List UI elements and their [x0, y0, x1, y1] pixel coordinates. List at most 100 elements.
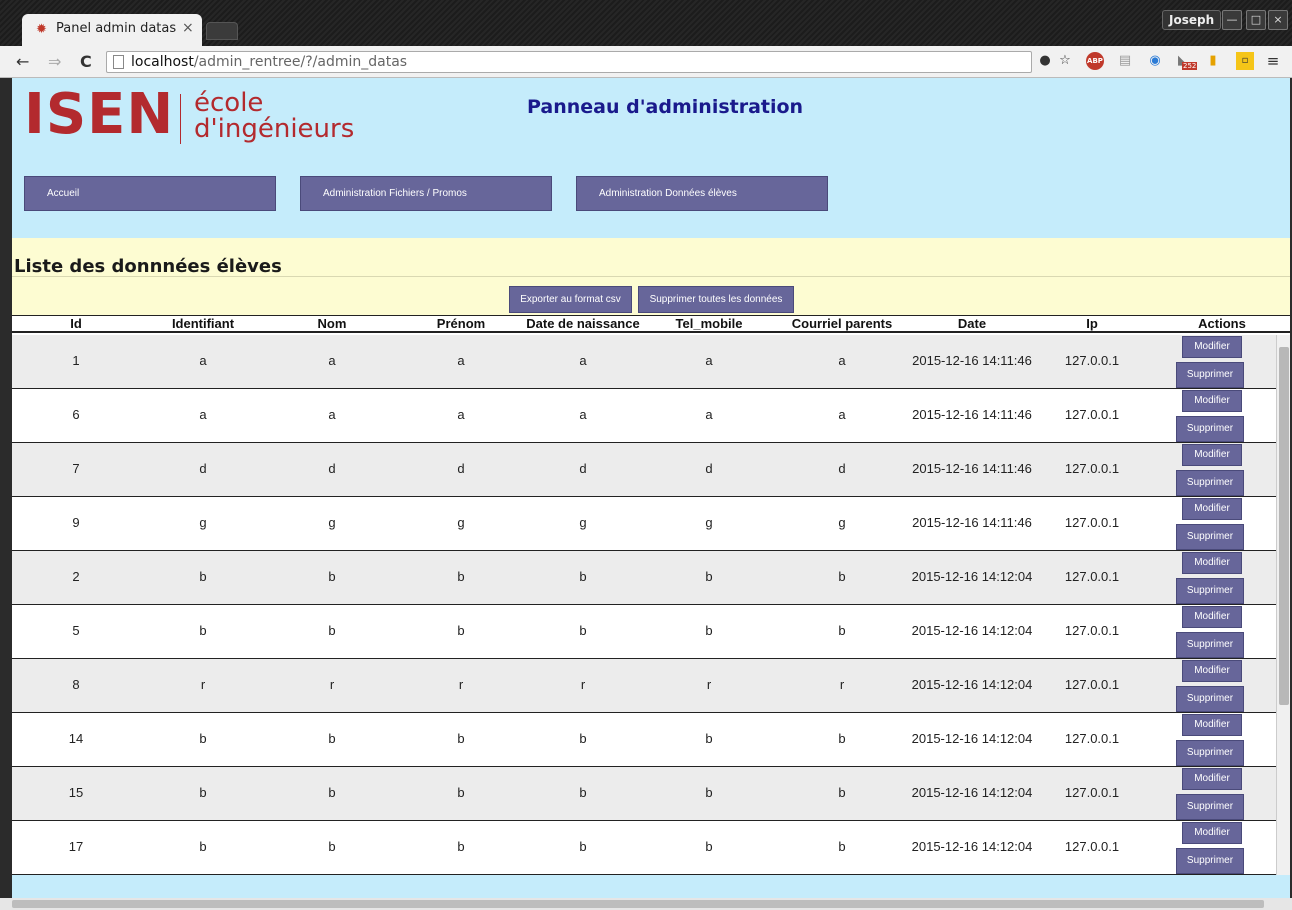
adblock-icon[interactable]: ABP — [1086, 52, 1104, 70]
extension-icon[interactable]: ▮ — [1204, 52, 1222, 70]
address-bar[interactable]: localhost/admin_rentree/?/admin_datas — [106, 51, 1032, 73]
delete-button[interactable]: Supprimer — [1176, 578, 1244, 604]
vertical-scrollbar[interactable] — [1276, 335, 1290, 875]
cell-prenom: g — [457, 515, 465, 530]
table-row: 17 b b b b b b 2015-12-16 14:12:04 127.0.0.1 Modi… — [12, 821, 1276, 875]
modify-button[interactable]: Modifier — [1182, 552, 1242, 574]
modify-button[interactable]: Modifier — [1182, 822, 1242, 844]
favicon-icon: ✹ — [36, 22, 47, 37]
col-prenom: Prénom — [436, 316, 486, 331]
menu-icon[interactable]: ≡ — [1264, 52, 1282, 70]
cell-nom: b — [328, 569, 336, 584]
cell-courriel-parents: r — [839, 677, 845, 692]
cell-courriel-parents: b — [838, 785, 846, 800]
logo-line-2: d'ingénieurs — [194, 114, 355, 144]
modify-button[interactable]: Modifier — [1182, 336, 1242, 358]
cell-identifiant: d — [199, 461, 207, 476]
page-title: Panneau d'administration — [527, 96, 804, 118]
delete-button[interactable]: Supprimer — [1176, 848, 1244, 874]
table-row: 2 b b b b b b 2015-12-16 14:12:04 127.0.0.1 Modif… — [12, 551, 1276, 605]
lightbulb-icon[interactable]: ● — [1036, 52, 1054, 70]
tab-close-icon[interactable]: × — [182, 20, 194, 36]
delete-button[interactable]: Supprimer — [1176, 740, 1244, 766]
delete-button[interactable]: Supprimer — [1176, 362, 1244, 388]
modify-button[interactable]: Modifier — [1182, 768, 1242, 790]
cell-date: 2015-12-16 14:11:46 — [912, 515, 1032, 530]
table-row: 8 r r r r r r 2015-12-16 14:12:04 127.0.0.1 Modif… — [12, 659, 1276, 713]
cell-id: 5 — [72, 623, 80, 638]
delete-all-button[interactable]: Supprimer toutes les données — [638, 286, 794, 313]
vertical-scroll-thumb[interactable] — [1279, 347, 1289, 705]
cell-courriel-parents: b — [838, 569, 846, 584]
cell-date-naissance: g — [579, 515, 587, 530]
emoji-icon[interactable]: ▫ — [1236, 52, 1254, 70]
delete-button[interactable]: Supprimer — [1176, 416, 1244, 442]
minimize-button[interactable]: — — [1222, 10, 1242, 30]
cell-identifiant: b — [199, 569, 207, 584]
reader-icon[interactable]: ▤ — [1116, 52, 1134, 70]
reload-icon[interactable]: C — [80, 52, 92, 71]
cell-tel-mobile: b — [705, 731, 713, 746]
export-csv-button[interactable]: Exporter au format csv — [509, 286, 632, 313]
modify-button[interactable]: Modifier — [1182, 390, 1242, 412]
nav-home[interactable]: Accueil — [24, 176, 276, 211]
close-window-button[interactable]: × — [1268, 10, 1288, 30]
cell-date-naissance: b — [579, 569, 587, 584]
modify-button[interactable]: Modifier — [1182, 714, 1242, 736]
tab-title: Panel admin datas — [56, 21, 177, 36]
logo-isen: ISEN — [24, 82, 175, 147]
nav-files-promos[interactable]: Administration Fichiers / Promos — [300, 176, 552, 211]
cell-tel-mobile: b — [705, 569, 713, 584]
cell-date-naissance: a — [579, 353, 587, 368]
cell-tel-mobile: b — [705, 785, 713, 800]
cell-courriel-parents: b — [838, 623, 846, 638]
horizontal-scrollbar[interactable] — [0, 898, 1292, 910]
cell-tel-mobile: g — [705, 515, 713, 530]
forward-icon[interactable]: ⇒ — [48, 52, 61, 71]
cell-identifiant: a — [199, 407, 207, 422]
url-host: localhost — [131, 54, 194, 70]
cell-identifiant: b — [199, 623, 207, 638]
cell-date-naissance: a — [579, 407, 587, 422]
browser-chrome: ✹ Panel admin datas × Joseph — □ × ← ⇒ C… — [0, 0, 1292, 78]
logo-separator — [180, 94, 181, 144]
horizontal-scroll-thumb[interactable] — [12, 900, 1264, 908]
modify-button[interactable]: Modifier — [1182, 498, 1242, 520]
cell-date: 2015-12-16 14:12:04 — [911, 785, 1033, 800]
new-tab-button[interactable] — [206, 22, 238, 40]
table-header: Id Identifiant Nom Prénom Date de naissa… — [12, 315, 1290, 333]
cell-date-naissance: b — [579, 623, 587, 638]
cell-nom: a — [328, 407, 336, 422]
cell-courriel-parents: d — [838, 461, 846, 476]
cell-prenom: b — [457, 839, 465, 854]
delete-button[interactable]: Supprimer — [1176, 470, 1244, 496]
star-icon[interactable]: ☆ — [1056, 52, 1074, 70]
nav-student-data[interactable]: Administration Données élèves — [576, 176, 828, 211]
logo-subtitle: école d'ingénieurs — [194, 90, 354, 142]
modify-button[interactable]: Modifier — [1182, 660, 1242, 682]
delete-button[interactable]: Supprimer — [1176, 794, 1244, 820]
cell-date: 2015-12-16 14:12:04 — [911, 623, 1033, 638]
cell-date: 2015-12-16 14:11:46 — [912, 353, 1032, 368]
profile-button[interactable]: Joseph — [1162, 10, 1222, 30]
browser-toolbar: ← ⇒ C localhost/admin_rentree/?/admin_da… — [0, 46, 1292, 78]
modify-button[interactable]: Modifier — [1182, 606, 1242, 628]
rss-count-badge: 252 — [1182, 62, 1198, 70]
col-date: Date — [957, 316, 987, 331]
cell-ip: 127.0.0.1 — [1064, 677, 1120, 692]
maximize-button[interactable]: □ — [1246, 10, 1266, 30]
delete-button[interactable]: Supprimer — [1176, 632, 1244, 658]
ghost-icon[interactable]: ◉ — [1146, 52, 1164, 70]
delete-button[interactable]: Supprimer — [1176, 686, 1244, 712]
cell-nom: a — [328, 353, 336, 368]
window-border — [0, 78, 12, 898]
col-tel-mobile: Tel_mobile — [675, 316, 743, 331]
browser-tab[interactable]: ✹ Panel admin datas × — [22, 14, 202, 46]
cell-id: 17 — [68, 839, 84, 854]
back-icon[interactable]: ← — [16, 52, 29, 71]
table-row: 15 b b b b b b 2015-12-16 14:12:04 127.0.0.1 Modi… — [12, 767, 1276, 821]
delete-button[interactable]: Supprimer — [1176, 524, 1244, 550]
cell-ip: 127.0.0.1 — [1064, 839, 1120, 854]
cell-id: 2 — [72, 569, 80, 584]
modify-button[interactable]: Modifier — [1182, 444, 1242, 466]
